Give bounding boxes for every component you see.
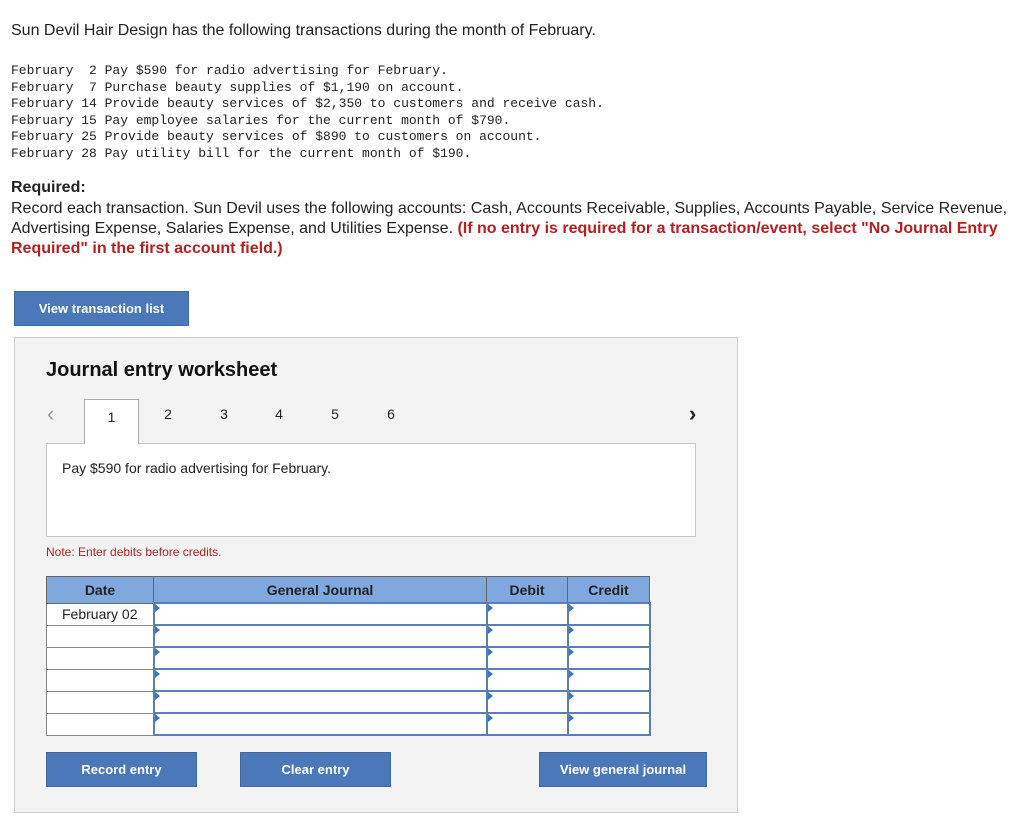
table-row xyxy=(46,624,651,648)
date-cell xyxy=(46,712,154,736)
account-input[interactable] xyxy=(152,690,488,714)
journal-entry-worksheet: Journal entry worksheet ‹ 1 2 3 4 5 6 › … xyxy=(14,337,738,813)
transaction-list: February 2 Pay $590 for radio advertisin… xyxy=(11,63,604,162)
date-cell xyxy=(46,690,154,714)
column-header-debit: Debit xyxy=(486,576,568,604)
required-text: Record each transaction. Sun Devil uses … xyxy=(11,199,1016,259)
table-row xyxy=(46,690,651,714)
table-row xyxy=(46,646,651,670)
tab-4[interactable]: 4 xyxy=(269,406,289,422)
record-entry-button[interactable]: Record entry xyxy=(46,752,197,787)
tab-2[interactable]: 2 xyxy=(158,406,178,422)
credit-input[interactable] xyxy=(566,668,651,692)
transaction-line: February 2 Pay $590 for radio advertisin… xyxy=(11,63,448,78)
column-header-general-journal: General Journal xyxy=(153,576,487,604)
view-transaction-list-button[interactable]: View transaction list xyxy=(14,291,189,326)
required-heading: Required: xyxy=(11,179,86,196)
credit-input[interactable] xyxy=(566,712,651,736)
date-cell xyxy=(46,624,154,648)
debit-input[interactable] xyxy=(485,712,569,736)
credit-input[interactable] xyxy=(566,646,651,670)
account-input[interactable] xyxy=(152,624,488,648)
tab-6[interactable]: 6 xyxy=(381,406,401,422)
chevron-left-icon[interactable]: ‹ xyxy=(47,401,54,427)
debit-input[interactable] xyxy=(485,646,569,670)
transaction-line: February 7 Purchase beauty supplies of $… xyxy=(11,79,464,95)
transaction-line: February 15 Pay employee salaries for th… xyxy=(11,112,511,128)
debit-input[interactable] xyxy=(485,690,569,714)
tab-5[interactable]: 5 xyxy=(325,406,345,422)
column-header-credit: Credit xyxy=(567,576,650,604)
transaction-line: February 28 Pay utility bill for the cur… xyxy=(11,145,472,161)
note-text: Note: Enter debits before credits. xyxy=(46,545,222,559)
tab-3[interactable]: 3 xyxy=(214,406,234,422)
transaction-description: Pay $590 for radio advertising for Febru… xyxy=(46,443,696,537)
debit-input[interactable] xyxy=(485,624,569,648)
credit-input[interactable] xyxy=(566,602,651,626)
journal-table: Date General Journal Debit Credit Februa… xyxy=(46,576,651,736)
tab-1[interactable]: 1 xyxy=(84,399,139,444)
view-general-journal-button[interactable]: View general journal xyxy=(539,752,707,787)
transaction-line: February 14 Provide beauty services of $… xyxy=(11,96,604,111)
debit-input[interactable] xyxy=(485,602,569,626)
column-header-date: Date xyxy=(46,576,154,604)
credit-input[interactable] xyxy=(566,624,651,648)
date-cell xyxy=(46,646,154,670)
date-cell xyxy=(46,668,154,692)
worksheet-title: Journal entry worksheet xyxy=(46,359,278,381)
chevron-right-icon[interactable]: › xyxy=(689,401,696,427)
account-input[interactable] xyxy=(152,712,488,736)
account-input[interactable] xyxy=(152,646,488,670)
clear-entry-button[interactable]: Clear entry xyxy=(240,752,391,787)
table-row xyxy=(46,712,651,736)
table-row: February 02 xyxy=(46,602,651,626)
date-cell: February 02 xyxy=(46,602,154,626)
table-row xyxy=(46,668,651,692)
account-input[interactable] xyxy=(152,668,488,692)
credit-input[interactable] xyxy=(566,690,651,714)
transaction-line: February 25 Provide beauty services of $… xyxy=(11,129,542,144)
account-input[interactable] xyxy=(152,602,488,626)
debit-input[interactable] xyxy=(485,668,569,692)
intro-text: Sun Devil Hair Design has the following … xyxy=(11,22,596,39)
